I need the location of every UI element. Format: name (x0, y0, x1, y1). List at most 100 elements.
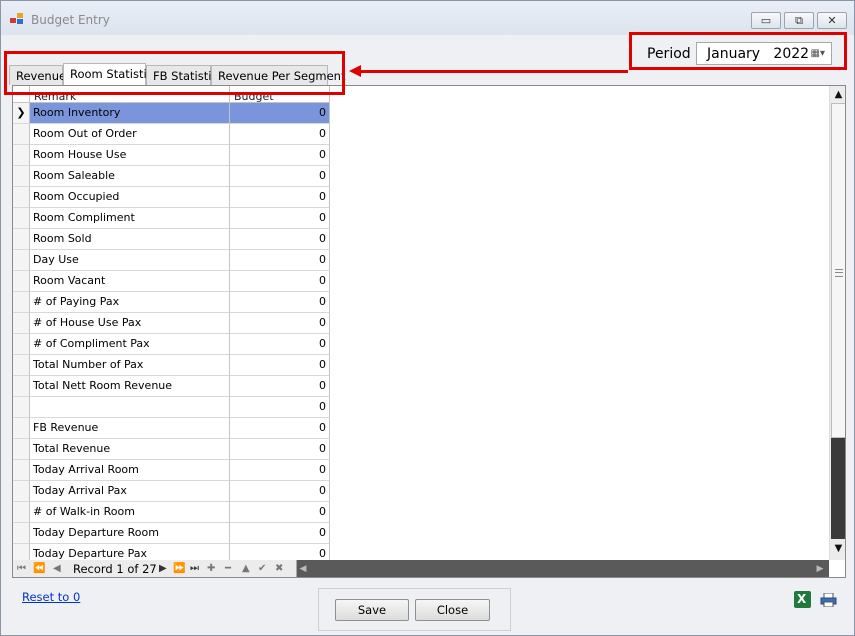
scroll-up-icon[interactable]: ▲ (832, 88, 845, 102)
row-indicator[interactable] (13, 397, 30, 418)
row-indicator[interactable] (13, 271, 30, 292)
row-indicator[interactable] (13, 460, 30, 481)
prev-page-icon[interactable]: ⏪ (33, 562, 45, 576)
cell-budget[interactable]: 0 (230, 334, 330, 355)
cell-budget[interactable]: 0 (230, 103, 330, 124)
print-icon[interactable] (820, 593, 837, 607)
table-row[interactable]: # of Compliment Pax 0 (13, 334, 330, 355)
cell-remark[interactable]: Total Number of Pax (30, 355, 230, 376)
cell-remark[interactable]: Room House Use (30, 145, 230, 166)
row-indicator[interactable] (13, 145, 30, 166)
cell-budget[interactable]: 0 (230, 397, 330, 418)
reset-to-zero-link[interactable]: Reset to 0 (22, 590, 80, 604)
table-row[interactable]: Room Out of Order 0 (13, 124, 330, 145)
cell-remark[interactable]: Today Departure Room (30, 523, 230, 544)
cell-budget[interactable]: 0 (230, 439, 330, 460)
table-row[interactable]: Day Use 0 (13, 250, 330, 271)
scroll-track-lower[interactable] (831, 438, 845, 539)
cell-budget[interactable]: 0 (230, 187, 330, 208)
row-indicator[interactable] (13, 334, 30, 355)
row-indicator[interactable]: ❯ (13, 103, 30, 124)
row-indicator[interactable] (13, 418, 30, 439)
cell-budget[interactable]: 0 (230, 502, 330, 523)
cell-remark[interactable]: Room Out of Order (30, 124, 230, 145)
cell-budget[interactable]: 0 (230, 313, 330, 334)
vertical-scrollbar[interactable]: ▲ ▼ (829, 86, 845, 560)
close-button[interactable]: Close (415, 599, 490, 621)
cell-remark[interactable]: Total Nett Room Revenue (30, 376, 230, 397)
table-row[interactable]: # of Paying Pax 0 (13, 292, 330, 313)
table-row[interactable]: Room Occupied 0 (13, 187, 330, 208)
row-indicator[interactable] (13, 523, 30, 544)
table-row[interactable]: Today Arrival Pax 0 (13, 481, 330, 502)
cell-remark[interactable]: # of Compliment Pax (30, 334, 230, 355)
table-row[interactable]: Total Revenue 0 (13, 439, 330, 460)
cell-budget[interactable]: 0 (230, 376, 330, 397)
edit-record-icon[interactable]: ▲ (242, 562, 250, 576)
table-row[interactable]: Room Vacant 0 (13, 271, 330, 292)
table-row[interactable]: ❯ Room Inventory 0 (13, 103, 330, 124)
cell-remark[interactable]: Room Inventory (30, 103, 230, 124)
row-indicator[interactable] (13, 439, 30, 460)
row-indicator[interactable] (13, 502, 30, 523)
cell-remark[interactable]: # of House Use Pax (30, 313, 230, 334)
cell-budget[interactable]: 0 (230, 523, 330, 544)
cancel-record-icon[interactable]: ✖ (275, 562, 283, 576)
cell-remark[interactable]: Today Arrival Room (30, 460, 230, 481)
row-indicator[interactable] (13, 481, 30, 502)
scroll-down-icon[interactable]: ▼ (832, 542, 845, 556)
cell-budget[interactable]: 0 (230, 271, 330, 292)
cell-budget[interactable]: 0 (230, 292, 330, 313)
cell-remark[interactable]: Room Vacant (30, 271, 230, 292)
save-button[interactable]: Save (335, 599, 409, 621)
prev-record-icon[interactable]: ◀ (53, 562, 61, 576)
cell-budget[interactable]: 0 (230, 208, 330, 229)
cell-remark[interactable]: Room Occupied (30, 187, 230, 208)
table-row[interactable]: Today Departure Room 0 (13, 523, 330, 544)
row-indicator[interactable] (13, 229, 30, 250)
cell-remark[interactable] (30, 397, 230, 418)
table-row[interactable]: Total Nett Room Revenue 0 (13, 376, 330, 397)
cell-remark[interactable]: Room Saleable (30, 166, 230, 187)
cell-remark[interactable]: Room Sold (30, 229, 230, 250)
cell-remark[interactable]: FB Revenue (30, 418, 230, 439)
cell-budget[interactable]: 0 (230, 460, 330, 481)
excel-export-icon[interactable]: X (794, 591, 811, 608)
table-row[interactable]: Room Sold 0 (13, 229, 330, 250)
cell-budget[interactable]: 0 (230, 166, 330, 187)
cell-budget[interactable]: 0 (230, 229, 330, 250)
next-page-icon[interactable]: ⏩ (173, 562, 185, 576)
minimize-button[interactable]: ▭ (751, 12, 781, 29)
delete-record-icon[interactable]: ━ (225, 562, 231, 576)
scroll-left-icon[interactable]: ◀ (296, 561, 310, 577)
cell-remark[interactable]: Day Use (30, 250, 230, 271)
row-indicator[interactable] (13, 313, 30, 334)
table-row[interactable]: Total Number of Pax 0 (13, 355, 330, 376)
cell-budget[interactable]: 0 (230, 481, 330, 502)
cell-remark[interactable]: # of Paying Pax (30, 292, 230, 313)
cell-budget[interactable]: 0 (230, 145, 330, 166)
cell-remark[interactable]: # of Walk-in Room (30, 502, 230, 523)
add-record-icon[interactable]: ✚ (207, 562, 215, 576)
row-indicator[interactable] (13, 208, 30, 229)
row-indicator[interactable] (13, 124, 30, 145)
last-record-icon[interactable]: ⏭ (190, 562, 199, 576)
table-row[interactable]: # of House Use Pax 0 (13, 313, 330, 334)
row-indicator[interactable] (13, 376, 30, 397)
scroll-right-icon[interactable]: ▶ (813, 561, 827, 577)
table-row[interactable]: 0 (13, 397, 330, 418)
cell-budget[interactable]: 0 (230, 355, 330, 376)
row-indicator[interactable] (13, 187, 30, 208)
table-row[interactable]: FB Revenue 0 (13, 418, 330, 439)
row-indicator[interactable] (13, 355, 30, 376)
cell-remark[interactable]: Total Revenue (30, 439, 230, 460)
scroll-thumb[interactable] (831, 103, 845, 438)
table-row[interactable]: Today Arrival Room 0 (13, 460, 330, 481)
first-record-icon[interactable]: ⏮ (17, 562, 26, 576)
save-record-icon[interactable]: ✔ (258, 562, 266, 576)
table-row[interactable]: # of Walk-in Room 0 (13, 502, 330, 523)
next-record-icon[interactable]: ▶ (159, 562, 167, 576)
row-indicator[interactable] (13, 250, 30, 271)
budget-grid[interactable]: Remark Budget ❯ Room Inventory 0 Room Out o… (12, 85, 846, 578)
cell-remark[interactable]: Today Arrival Pax (30, 481, 230, 502)
